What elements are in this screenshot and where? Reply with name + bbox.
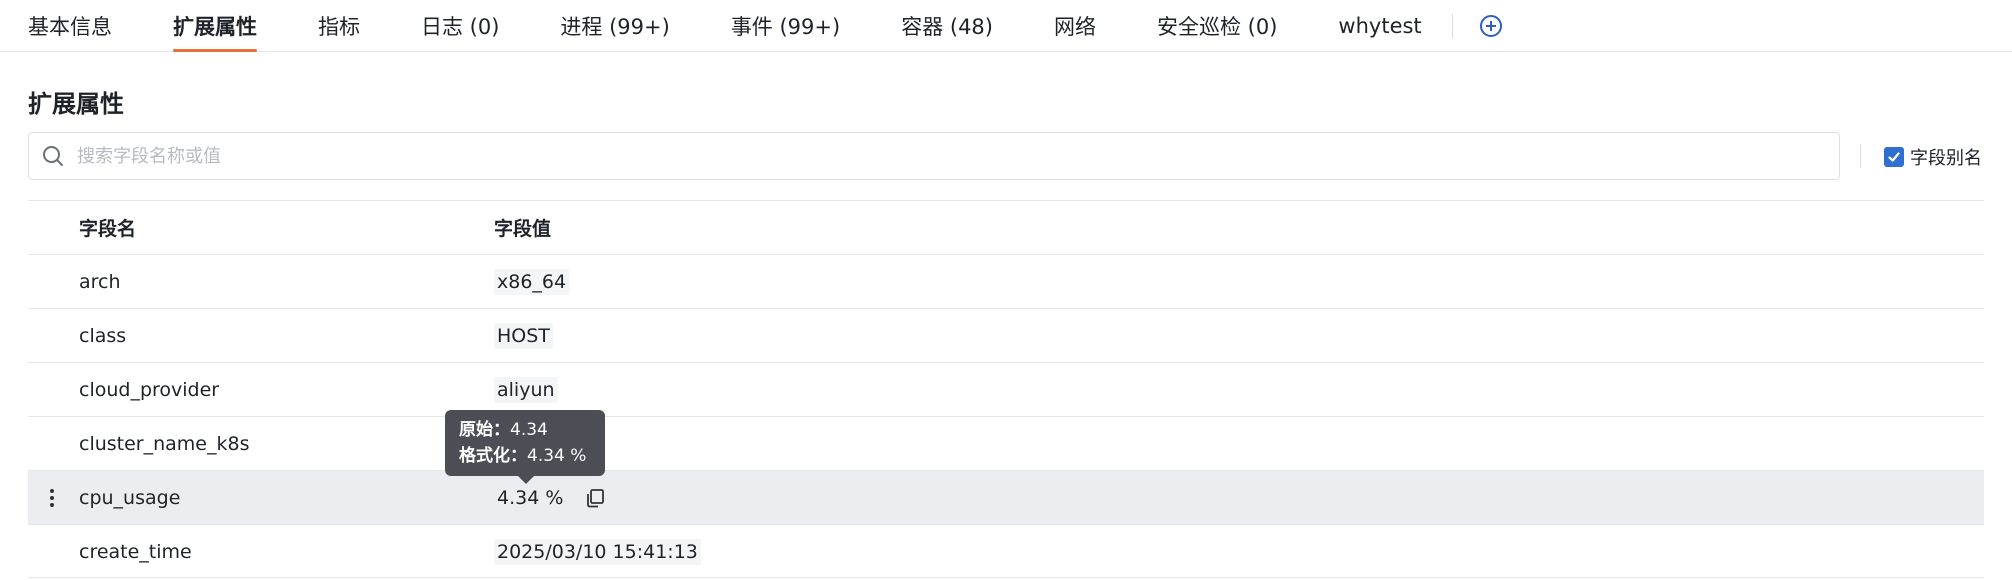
tab-divider [1451,14,1453,38]
field-value: HOST [494,322,553,349]
tooltip-raw-value: 4.34 [510,420,548,440]
table-row[interactable]: cluster_name_k8s k8s-daily [28,416,1984,470]
search-icon [41,144,65,168]
tab-processes[interactable]: 进程 (99+) [560,0,669,52]
toolbar-divider [1860,144,1861,168]
table-row[interactable]: class HOST [28,308,1984,362]
tab-list: 基本信息 扩展属性 指标 日志 (0) 进程 (99+) 事件 (99+) 容器… [28,0,1503,52]
search-box[interactable] [28,132,1840,180]
copy-icon[interactable] [584,487,606,509]
tooltip-arrow [517,475,535,484]
table-row-hovered[interactable]: cpu_usage 4.34 % [28,470,1984,524]
column-header-name: 字段名 [79,218,137,240]
check-icon[interactable] [1884,147,1904,167]
tooltip-formatted-value: 4.34 % [527,446,587,466]
tooltip-raw-line: 原始：4.34 [459,417,591,443]
field-value: 2025/03/10 15:41:13 [494,538,701,565]
field-name: create_time [79,540,192,563]
field-value: x86_64 [494,268,570,295]
section-title: 扩展属性 [28,90,124,118]
search-input[interactable] [75,144,1839,168]
tab-whytest[interactable]: whytest [1338,0,1421,52]
tab-basic-info[interactable]: 基本信息 [28,0,112,52]
table-row[interactable]: cloud_provider aliyun [28,362,1984,416]
field-value-cell: 2025/03/10 15:41:13 [494,525,701,578]
table-header-row: 字段名 字段值 [28,200,1984,254]
field-value: aliyun [494,376,558,403]
tooltip-formatted-line: 格式化：4.34 % [459,443,591,469]
tab-security-inspection[interactable]: 安全巡检 (0) [1157,0,1277,52]
field-name: cluster_name_k8s [79,432,250,455]
tab-extended-attributes[interactable]: 扩展属性 [173,0,257,52]
field-name: cpu_usage [79,486,181,509]
field-alias-checkbox[interactable]: 字段别名 [1884,144,1982,170]
column-header-value: 字段值 [494,218,552,240]
field-name: arch [79,270,121,293]
tab-events[interactable]: 事件 (99+) [731,0,840,52]
field-value-cell: HOST [494,309,553,362]
tab-logs[interactable]: 日志 (0) [421,0,499,52]
attributes-table: 字段名 字段值 arch x86_64 class HOST cloud_pro… [28,200,1984,578]
field-name: cloud_provider [79,378,220,401]
table-row[interactable]: arch x86_64 [28,254,1984,308]
table-row[interactable]: create_time 2025/03/10 15:41:13 [28,524,1984,578]
field-alias-label: 字段别名 [1910,148,1982,169]
tab-metrics[interactable]: 指标 [318,0,360,52]
tab-containers[interactable]: 容器 (48) [901,0,993,52]
plus-circle-icon[interactable] [1479,14,1503,38]
field-name: class [79,324,127,347]
field-value-cell: x86_64 [494,255,570,308]
more-vertical-icon[interactable] [40,486,64,510]
tab-network[interactable]: 网络 [1054,0,1096,52]
value-tooltip: 原始：4.34 格式化：4.34 % [445,410,605,484]
field-value-cell: 4.34 % [494,471,606,524]
field-value-cell: aliyun [494,363,558,416]
tooltip-raw-label: 原始： [459,420,510,440]
tooltip-formatted-label: 格式化： [459,446,527,466]
field-value: 4.34 % [497,486,564,509]
tab-bar: 基本信息 扩展属性 指标 日志 (0) 进程 (99+) 事件 (99+) 容器… [0,0,2012,52]
